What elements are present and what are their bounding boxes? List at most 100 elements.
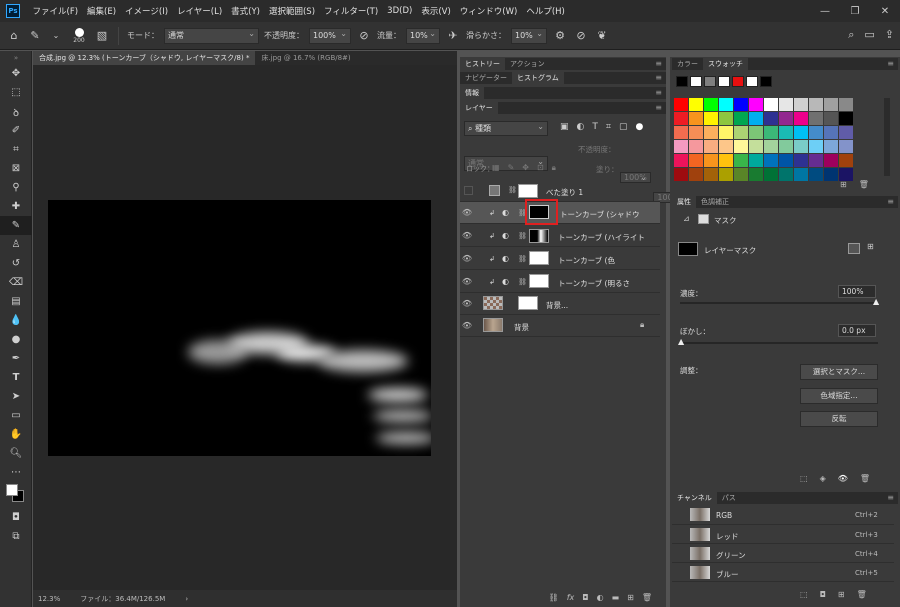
swatch[interactable] [809, 112, 823, 125]
trash-icon[interactable]: 🗑︎ [642, 593, 652, 602]
menu-file[interactable]: ファイル(F) [28, 5, 83, 17]
gear-icon[interactable]: ⚙ [552, 29, 568, 42]
layer-mask-thumbnail[interactable] [529, 274, 549, 288]
swatch[interactable] [674, 154, 688, 167]
add-mask-icon[interactable]: ◘ [582, 593, 588, 602]
layer-name[interactable]: トーンカーブ (ハイライト [558, 232, 645, 243]
more-tools-icon[interactable]: ⋯ [0, 463, 32, 482]
chevron-down-icon[interactable]: ⌄ [48, 31, 64, 40]
new-swatch-icon[interactable]: ⊞ [840, 180, 847, 189]
layer-name[interactable]: トーンカーブ (明るさ [558, 278, 630, 289]
tab-info[interactable]: 情報 [460, 87, 484, 99]
menu-3d[interactable]: 3D(D) [383, 6, 417, 16]
eye-icon[interactable]: 👁︎ [460, 321, 474, 330]
path-select-tool-icon[interactable]: ➤ [0, 387, 32, 406]
swatch[interactable] [824, 168, 838, 181]
new-adjustment-icon[interactable]: ◐ [597, 593, 604, 602]
swatch[interactable] [794, 112, 808, 125]
layer-mask-thumbnail[interactable] [529, 229, 549, 243]
document-image[interactable] [48, 200, 431, 456]
swatch[interactable] [718, 76, 730, 87]
brush-preset-picker[interactable]: 200 [69, 27, 89, 44]
feather-input[interactable]: 0.0 px [838, 324, 876, 337]
lock-paint-icon[interactable]: ✎ [508, 163, 515, 173]
swatch[interactable] [734, 98, 748, 111]
layer-mask-thumbnail[interactable] [518, 184, 538, 198]
history-brush-tool-icon[interactable]: ↺ [0, 254, 32, 273]
stamp-tool-icon[interactable]: ♙ [0, 235, 32, 254]
swatch[interactable] [839, 140, 853, 153]
swatch[interactable] [689, 112, 703, 125]
new-layer-icon[interactable]: ⊞ [627, 593, 634, 602]
swatch[interactable] [764, 126, 778, 139]
brush-tool-icon[interactable]: ✎ [0, 216, 32, 235]
shape-tool-icon[interactable]: ▭ [0, 406, 32, 425]
chevron-right-icon[interactable]: › [185, 595, 188, 603]
tab-actions[interactable]: アクション [505, 58, 550, 70]
select-and-mask-button[interactable]: 選択とマスク... [800, 364, 878, 380]
type-filter-icon[interactable]: T [592, 122, 598, 132]
layer-name[interactable]: 背景 [514, 322, 529, 333]
swatch[interactable] [824, 112, 838, 125]
swatch[interactable] [794, 168, 808, 181]
panel-menu-icon[interactable]: ≡ [655, 58, 662, 70]
swatch[interactable] [764, 140, 778, 153]
swatch[interactable] [779, 168, 793, 181]
swatch[interactable] [809, 168, 823, 181]
swatch[interactable] [824, 154, 838, 167]
tab-paths[interactable]: パス [717, 492, 741, 504]
menu-edit[interactable]: 編集(E) [83, 5, 121, 17]
foreground-color-icon[interactable] [6, 484, 18, 496]
swatch[interactable] [794, 98, 808, 111]
brush-tool-icon[interactable]: ✎ [27, 29, 43, 42]
swatch[interactable] [809, 154, 823, 167]
pen-tool-icon[interactable]: ✒ [0, 349, 32, 368]
panel-menu-icon[interactable]: ≡ [655, 72, 662, 84]
lock-artboard-icon[interactable]: ⊡ [537, 163, 544, 173]
swatch[interactable] [839, 154, 853, 167]
swatch[interactable] [690, 76, 702, 87]
panel-menu-icon[interactable]: ≡ [655, 87, 662, 99]
swatch[interactable] [760, 76, 772, 87]
load-selection-icon[interactable]: ⬚ [800, 474, 808, 483]
swatch[interactable] [719, 126, 733, 139]
lock-all-icon[interactable]: 🔒︎ [552, 163, 556, 173]
crop-tool-icon[interactable]: ⌗ [0, 140, 32, 159]
swatch[interactable] [704, 168, 718, 181]
swatch[interactable] [734, 168, 748, 181]
quick-select-tool-icon[interactable]: ✐ [0, 121, 32, 140]
swatch[interactable] [749, 168, 763, 181]
maximize-icon[interactable]: ❐ [840, 0, 870, 22]
swatch[interactable] [764, 154, 778, 167]
swatch[interactable] [746, 76, 758, 87]
adjustment-filter-icon[interactable]: ◐ [577, 122, 585, 132]
layer-mask-thumbnail[interactable] [518, 296, 538, 310]
eye-icon[interactable]: 👁︎ [460, 231, 474, 240]
swatch[interactable] [689, 168, 703, 181]
swatch[interactable] [719, 112, 733, 125]
swatch[interactable] [704, 154, 718, 167]
eye-icon[interactable]: 👁︎ [460, 299, 474, 308]
swatch[interactable] [719, 154, 733, 167]
swatch[interactable] [719, 140, 733, 153]
tab-color[interactable]: カラー [672, 58, 703, 70]
add-vector-mask-icon[interactable]: ⊞ [867, 242, 874, 251]
swatch[interactable] [689, 154, 703, 167]
marquee-tool-icon[interactable]: ⬚ [0, 83, 32, 102]
healing-brush-tool-icon[interactable]: ✚ [0, 197, 32, 216]
fx-icon[interactable]: fx [567, 593, 575, 602]
swatch[interactable] [732, 76, 744, 87]
swatch[interactable] [734, 140, 748, 153]
menu-filter[interactable]: フィルター(T) [320, 5, 383, 17]
eraser-tool-icon[interactable]: ⌫ [0, 273, 32, 292]
curves-properties-icon[interactable]: ⊿ [683, 214, 690, 223]
swatch[interactable] [704, 140, 718, 153]
layer-name[interactable]: トーンカーブ (色 [558, 255, 615, 266]
filter-toggle-icon[interactable]: ● [635, 122, 643, 132]
swatch[interactable] [734, 154, 748, 167]
density-slider-track[interactable] [680, 302, 878, 304]
panel-menu-icon[interactable]: ≡ [887, 492, 894, 504]
share-icon[interactable]: ⇪ [885, 28, 894, 42]
layer-thumbnail[interactable] [483, 318, 503, 332]
swatch[interactable] [779, 140, 793, 153]
